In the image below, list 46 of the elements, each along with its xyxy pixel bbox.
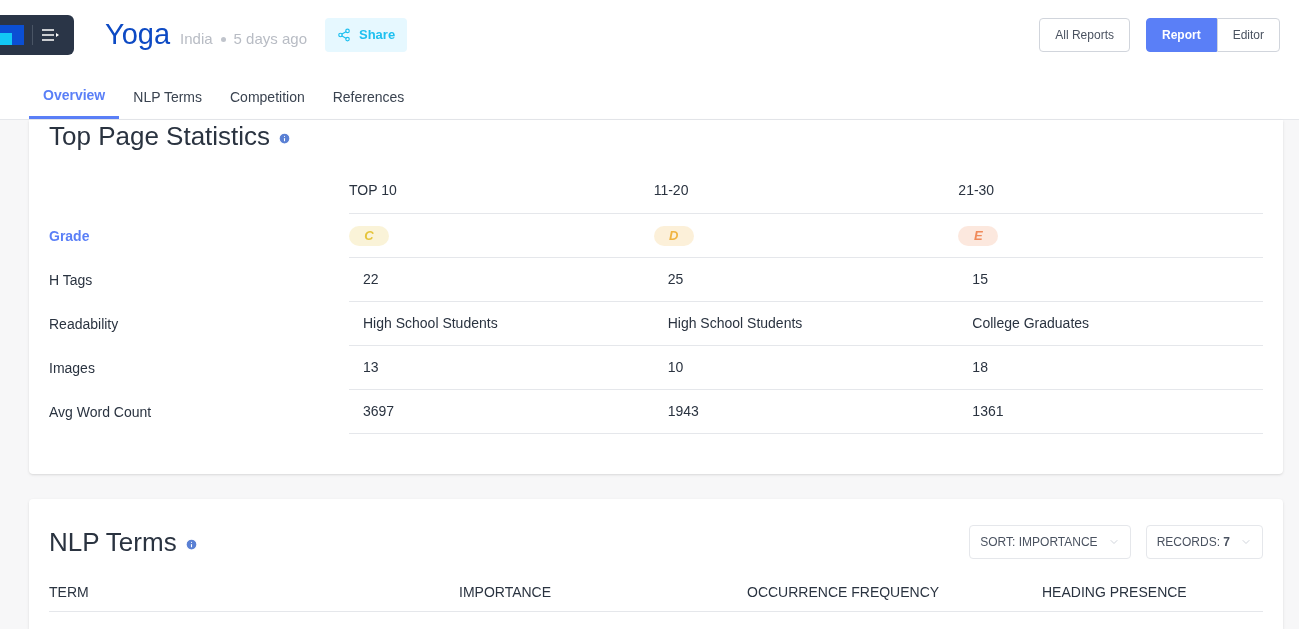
logo-icon [0,25,24,45]
table-cell-text: 22 [363,270,379,289]
column-header: TERM [49,583,90,602]
records-dropdown[interactable]: RECORDS: 7 [1145,525,1263,559]
view-toggle-button[interactable]: Report [1145,18,1217,52]
menu-icon[interactable] [41,28,59,42]
column-header: IMPORTANCE [459,583,553,602]
table-cell-text: 1943 [667,402,699,421]
row-label: Images [49,358,96,378]
tab[interactable]: Competition [216,70,319,119]
column-header: TOP 10 [349,168,654,214]
report-title: Yoga [105,17,171,53]
table-cell-text: 1361 [972,402,1004,421]
row-label: Avg Word Count [49,402,153,422]
table-cell-text: 10 [667,358,684,377]
grade-badge: E [958,225,999,246]
column-header: OCCURRENCE FREQUENCY [747,583,941,602]
row-label: H Tags [49,270,94,290]
column-header: 11-20 [653,168,959,214]
column-header: 21-30 [958,168,1263,214]
view-toggle-button[interactable]: Editor [1216,18,1280,52]
row-label: Grade [49,226,91,246]
section-title: NLP Terms [49,526,177,559]
all-reports-button[interactable]: All Reports [1039,18,1130,52]
table-cell-text: High School Students [363,314,498,333]
app-logo-bar[interactable] [0,15,74,55]
table-cell-text: 15 [972,270,988,289]
age-label: 5 days ago [233,28,307,49]
info-icon [184,537,198,551]
grade-badge: C [349,225,389,246]
table-cell-text: 13 [363,358,379,377]
share-icon [337,28,351,42]
table-cell-text: 25 [667,270,684,289]
info-icon [278,131,292,145]
location-label: India [180,28,213,49]
table-cell-text: 3697 [363,402,395,421]
table-cell-text: College Graduates [972,314,1090,333]
tab[interactable]: References [318,70,419,119]
column-header: HEADING PRESENCE [1042,583,1188,602]
section-title: Top Page Statistics [49,120,271,152]
sort-dropdown[interactable]: SORT: IMPORTANCE [969,525,1131,559]
row-label: Readability [49,314,120,334]
grade-badge: D [653,225,694,246]
table-cell-text: 18 [972,358,988,377]
tab[interactable]: NLP Terms [119,70,216,119]
table-cell-text: High School Students [667,314,803,333]
